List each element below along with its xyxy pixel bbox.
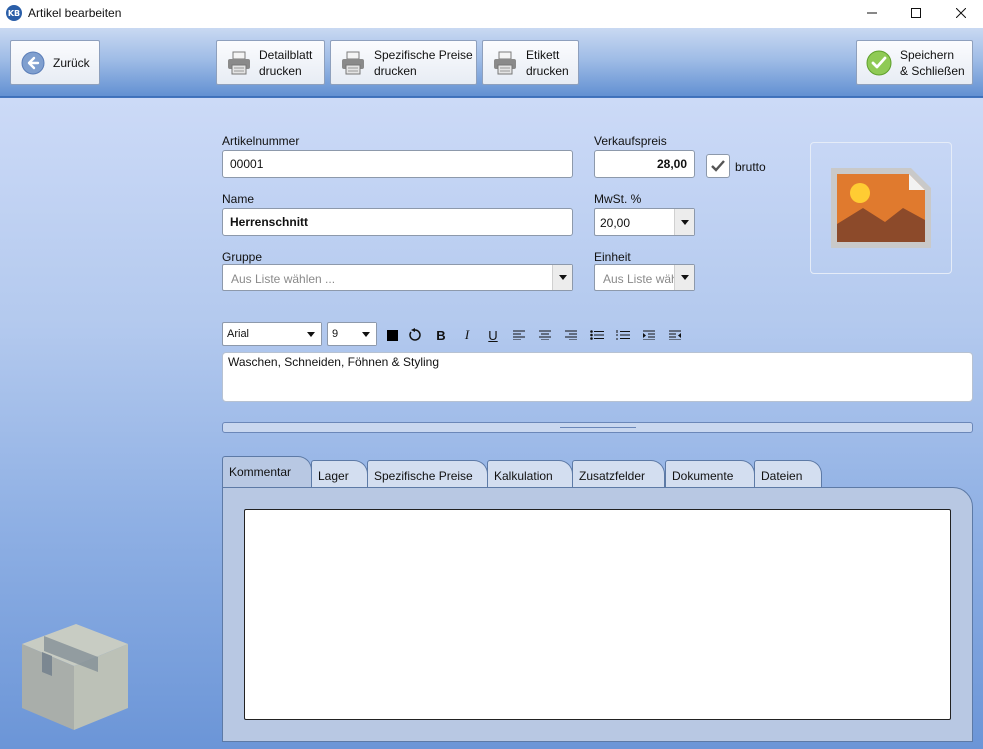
chevron-down-icon[interactable] [674,265,694,290]
numbered-list-icon[interactable] [612,325,634,345]
maximize-icon[interactable] [893,0,939,26]
underline-icon[interactable]: U [482,325,504,345]
minimize-icon[interactable] [849,0,895,26]
group-select[interactable]: Aus Liste wählen ... [222,264,573,291]
bold-icon[interactable]: B [430,325,452,345]
unit-label: Einheit [594,250,631,264]
vat-label: MwSt. % [594,192,642,206]
toolbar: Zurück Detailblattdrucken Spezifische P [0,28,983,98]
tab-dateien[interactable]: Dateien [754,460,822,488]
chevron-down-icon[interactable] [674,209,694,235]
tab-kalkulation[interactable]: Kalkulation [487,460,573,488]
font-size-value: 9 [332,328,339,340]
splitter-handle[interactable] [222,422,973,433]
price-label: Verkaufspreis [594,134,667,148]
back-arrow-icon [21,51,45,75]
package-box-icon [18,622,130,732]
title-bar: KB Artikel bearbeiten [0,0,983,28]
undo-icon[interactable] [404,325,426,345]
vat-value: 20,00 [600,216,631,230]
font-size-select[interactable]: 9 [327,322,377,346]
chevron-down-icon[interactable] [356,323,376,345]
tab-lager[interactable]: Lager [311,460,368,488]
print-prices-button[interactable]: Spezifische Preise drucken [330,40,477,85]
print-detail-button[interactable]: Detailblatt drucken [216,40,325,85]
unit-placeholder: Aus Liste wäh [603,272,678,286]
print-label-button[interactable]: Etikett drucken [482,40,579,85]
indent-icon[interactable] [638,325,660,345]
group-placeholder: Aus Liste wählen ... [231,272,336,286]
print-prices-label: Spezifische Preise drucken [374,47,473,78]
gross-checkbox[interactable] [706,154,730,178]
tab-zusatzfelder[interactable]: Zusatzfelder [572,460,665,488]
tab-kommentar[interactable]: Kommentar [222,456,312,489]
save-close-label: Speichern & Schließen [900,47,965,78]
italic-icon[interactable]: I [456,325,478,345]
article-image-frame[interactable] [810,142,952,274]
printer-icon [340,50,366,76]
back-button[interactable]: Zurück [10,40,100,85]
font-family-value: Arial [227,328,250,340]
name-field[interactable]: Herrenschnitt [222,208,573,236]
print-detail-label: Detailblatt drucken [259,47,313,78]
align-left-icon[interactable] [508,325,530,345]
article-number-label: Artikelnummer [222,134,300,148]
close-icon[interactable] [938,0,983,26]
unit-select[interactable]: Aus Liste wäh [594,264,695,291]
check-icon [711,160,725,172]
print-label-label: Etikett drucken [526,47,569,78]
tab-spezifische-preise[interactable]: Spezifische Preise [367,460,488,488]
align-right-icon[interactable] [560,325,582,345]
chevron-down-icon[interactable] [301,323,321,345]
article-number-field[interactable]: 00001 [222,150,573,178]
name-label: Name [222,192,255,206]
back-button-label: Zurück [53,55,90,70]
splitter-grip [560,427,636,428]
gross-label: brutto [735,160,766,174]
chevron-down-icon[interactable] [552,265,572,290]
app-logo-icon: KB [6,5,22,21]
font-family-select[interactable]: Arial [222,322,322,346]
checkmark-icon [866,50,892,76]
tab-panel [222,487,973,742]
description-editor[interactable]: Waschen, Schneiden, Föhnen & Styling [222,352,973,402]
printer-icon [226,50,252,76]
save-close-button[interactable]: Speichern & Schließen [856,40,973,85]
outdent-icon[interactable] [664,325,686,345]
text-color-icon[interactable] [381,325,403,345]
window-title: Artikel bearbeiten [28,6,122,20]
image-placeholder-icon [831,168,931,248]
bullet-list-icon[interactable] [586,325,608,345]
comment-textarea[interactable] [244,509,951,720]
align-center-icon[interactable] [534,325,556,345]
group-label: Gruppe [222,250,263,264]
printer-icon [492,50,518,76]
tab-dokumente[interactable]: Dokumente [665,460,755,488]
price-field[interactable]: 28,00 [594,150,695,178]
vat-select[interactable]: 20,00 [594,208,695,236]
